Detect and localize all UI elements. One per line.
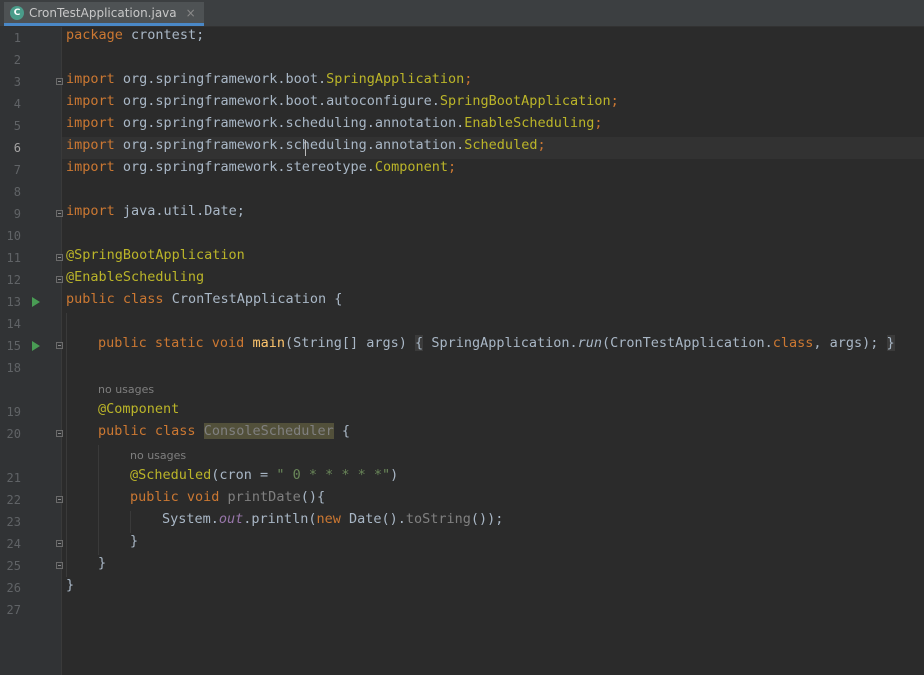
code-line-9: import java.util.Date; — [66, 203, 245, 219]
line-number: 7 — [13, 163, 21, 177]
editor-tab-bar: C CronTestApplication.java × — [0, 0, 924, 27]
line-number: 18 — [6, 361, 21, 375]
code-line-15: public static void main(String[] args) {… — [98, 335, 895, 351]
code-line-21: @Scheduled(cron = " 0 * * * * *") — [130, 467, 399, 483]
run-icon[interactable] — [32, 341, 40, 351]
code-line-5: import org.springframework.scheduling.an… — [66, 115, 603, 131]
usages-hint[interactable]: no usages — [98, 383, 154, 396]
line-number: 20 — [6, 427, 21, 441]
code-line-6-current: import org.springframework.scheduling.an… — [62, 137, 924, 159]
code-line-12: @EnableScheduling — [66, 269, 205, 285]
code-line-1: package crontest; — [66, 27, 205, 43]
line-number: 9 — [13, 207, 21, 221]
code-line-24: } — [130, 533, 139, 549]
code-line-22: public void printDate(){ — [130, 489, 326, 505]
code-line-26: } — [66, 577, 75, 593]
line-number: 22 — [6, 493, 21, 507]
line-number: 8 — [13, 185, 21, 199]
code-line-20: public class ConsoleScheduler { — [98, 423, 351, 439]
line-number-gutter: 1 2 3 4 5 6 7 8 9 10 11 12 13 14 15 18 1… — [0, 27, 63, 675]
code-line-13: public class CronTestApplication { — [66, 291, 343, 307]
line-number: 2 — [13, 53, 21, 67]
line-number: 26 — [6, 581, 21, 595]
line-number: 12 — [6, 273, 21, 287]
tab-label: CronTestApplication.java — [29, 5, 177, 20]
line-number: 24 — [6, 537, 21, 551]
line-number-current: 6 — [13, 141, 21, 155]
code-editor[interactable]: 1 2 3 4 5 6 7 8 9 10 11 12 13 14 15 18 1… — [0, 27, 924, 675]
class-c-icon: C — [10, 5, 24, 20]
line-number: 14 — [6, 317, 21, 331]
code-line-3: import org.springframework.boot.SpringAp… — [66, 71, 473, 87]
line-number: 5 — [13, 119, 21, 133]
line-number: 23 — [6, 515, 21, 529]
code-line-23: System.out.println(new Date().toString()… — [162, 511, 504, 527]
line-number: 13 — [6, 295, 21, 309]
code-area[interactable]: package crontest; import org.springframe… — [62, 27, 924, 675]
run-icon[interactable] — [32, 297, 40, 307]
line-number: 27 — [6, 603, 21, 617]
line-number: 19 — [6, 405, 21, 419]
code-line-25: } — [98, 555, 107, 571]
tab-crontestapplication[interactable]: C CronTestApplication.java × — [4, 2, 204, 26]
text-caret — [305, 140, 306, 156]
line-number: 11 — [6, 251, 21, 265]
code-line-19: @Component — [98, 401, 180, 417]
close-tab-icon[interactable]: × — [186, 6, 196, 20]
line-number: 3 — [13, 75, 21, 89]
line-number: 25 — [6, 559, 21, 573]
line-number: 1 — [13, 31, 21, 45]
usages-hint[interactable]: no usages — [130, 449, 186, 462]
line-number: 10 — [6, 229, 21, 243]
line-number: 4 — [13, 97, 21, 111]
code-line-4: import org.springframework.boot.autoconf… — [66, 93, 619, 109]
line-number: 21 — [6, 471, 21, 485]
code-line-7: import org.springframework.stereotype.Co… — [66, 159, 457, 175]
code-line-11: @SpringBootApplication — [66, 247, 245, 263]
line-number: 15 — [6, 339, 21, 353]
